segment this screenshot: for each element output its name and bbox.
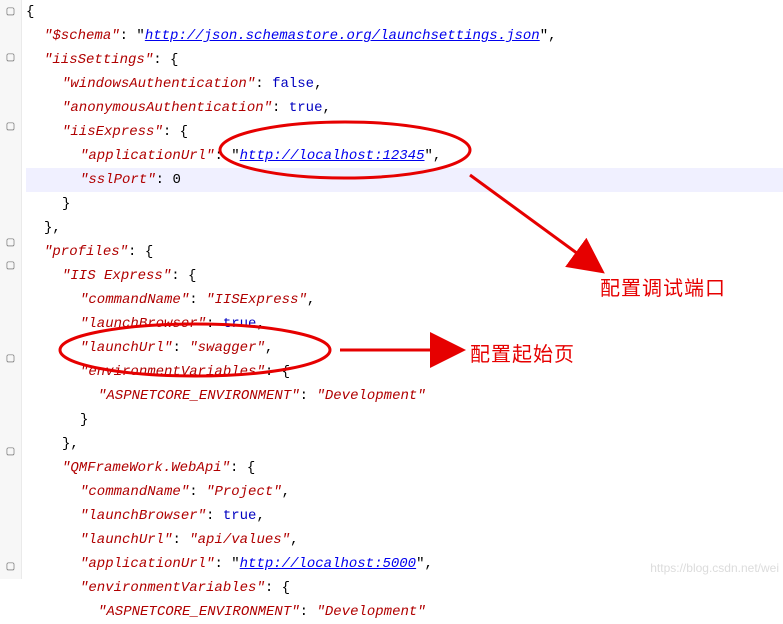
fold-line [0,208,21,231]
watermark: https://blog.csdn.net/wei [650,561,779,575]
json-key: applicationUrl [88,148,206,164]
code-editor[interactable]: { "$schema": "http://json.schemastore.or… [0,0,783,579]
fold-line [0,486,21,509]
json-key: windowsAuthentication [70,76,246,92]
fold-line [0,69,21,92]
fold-line [0,185,21,208]
json-key: commandName [88,292,180,308]
json-string: swagger [198,340,257,356]
json-key: anonymousAuthentication [70,100,263,116]
fold-gutter [0,0,22,579]
fold-toggle[interactable] [0,255,21,278]
fold-toggle[interactable] [0,347,21,370]
fold-line [0,509,21,532]
fold-toggle[interactable] [0,116,21,139]
json-key: launchUrl [88,340,164,356]
fold-line [0,278,21,301]
fold-line [0,301,21,324]
fold-line [0,394,21,417]
app-url-link[interactable]: http://localhost:12345 [240,148,425,164]
json-key: launchBrowser [88,316,197,332]
fold-line [0,162,21,185]
json-key: iisExpress [70,124,154,140]
json-key: QMFrameWork.WebApi [70,460,221,476]
fold-toggle[interactable] [0,440,21,463]
fold-line [0,93,21,116]
app-url-5000-link[interactable]: http://localhost:5000 [240,556,416,572]
json-key: launchUrl [88,532,164,548]
json-key: environmentVariables [88,364,256,380]
json-bool: true [289,100,323,116]
fold-line [0,417,21,440]
json-string: Development [325,388,417,404]
json-bool: true [223,316,257,332]
json-bool: false [272,76,314,92]
json-key: IIS Express [70,268,162,284]
fold-line [0,533,21,556]
json-string: Project [214,484,273,500]
json-bool: true [223,508,257,524]
json-number: 0 [172,172,180,188]
json-key: launchBrowser [88,508,197,524]
json-key: environmentVariables [88,580,256,596]
json-key: sslPort [88,172,147,188]
fold-toggle[interactable] [0,46,21,69]
fold-line [0,463,21,486]
json-key: commandName [88,484,180,500]
fold-toggle[interactable] [0,556,21,579]
json-string: IISExpress [214,292,298,308]
schema-url-link[interactable]: http://json.schemastore.org/launchsettin… [145,28,540,44]
fold-line [0,139,21,162]
fold-toggle[interactable] [0,232,21,255]
code-content[interactable]: { "$schema": "http://json.schemastore.or… [22,0,783,579]
json-string: Development [325,604,417,620]
json-key: $schema [52,28,111,44]
json-string: api/values [198,532,282,548]
json-key: ASPNETCORE_ENVIRONMENT [106,388,291,404]
json-key: applicationUrl [88,556,206,572]
fold-toggle[interactable] [0,0,21,23]
fold-line [0,23,21,46]
fold-line [0,371,21,394]
json-key: profiles [52,244,119,260]
json-key: iisSettings [52,52,144,68]
json-key: ASPNETCORE_ENVIRONMENT [106,604,291,620]
fold-line [0,324,21,347]
